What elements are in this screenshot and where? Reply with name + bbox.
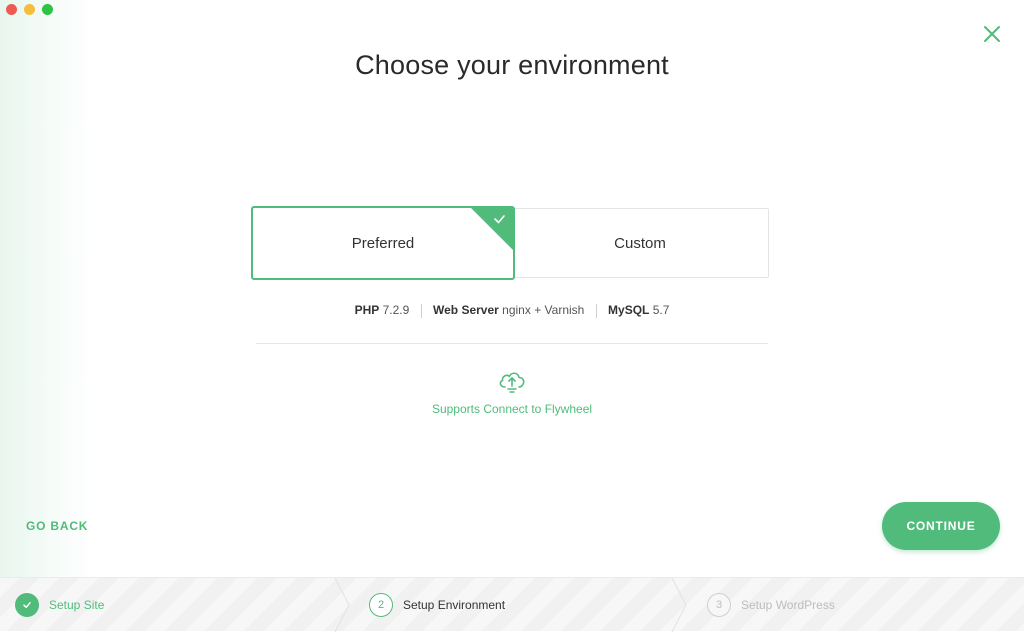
step-setup-site[interactable]: Setup Site	[15, 578, 104, 632]
continue-button[interactable]: CONTINUE	[882, 502, 1000, 550]
go-back-button[interactable]: GO BACK	[26, 519, 88, 533]
step-separator-chevron-icon	[334, 578, 350, 632]
web-server-label: Web Server	[433, 303, 499, 317]
mysql-version: 5.7	[652, 303, 670, 317]
section-divider	[256, 343, 768, 344]
step-number: 3	[707, 593, 731, 617]
close-button[interactable]	[982, 24, 1002, 44]
spec-divider	[420, 303, 422, 318]
window-zoom-button[interactable]	[42, 4, 53, 15]
php-version: 7.2.9	[382, 303, 410, 317]
step-setup-wordpress[interactable]: 3 Setup WordPress	[707, 578, 835, 632]
page-title: Choose your environment	[355, 50, 669, 80]
cloud-upload-icon	[499, 372, 525, 393]
window-controls	[6, 4, 53, 15]
step-setup-environment[interactable]: 2 Setup Environment	[369, 578, 505, 632]
php-label: PHP	[354, 303, 380, 317]
setup-steps-footer: Setup Site 2 Setup Environment 3 Setup W…	[0, 577, 1024, 632]
custom-option-label: Custom	[614, 234, 666, 252]
step-label: Setup Environment	[403, 598, 506, 612]
step-complete-circle	[15, 593, 39, 617]
window-close-button[interactable]	[6, 4, 17, 15]
left-gradient-panel	[0, 0, 95, 577]
custom-option[interactable]: Custom	[511, 208, 769, 278]
window-minimize-button[interactable]	[24, 4, 35, 15]
step-label: Setup Site	[49, 598, 105, 612]
checkmark-icon	[23, 602, 31, 609]
preferred-option[interactable]: Preferred	[251, 206, 515, 280]
step-separator-chevron-icon	[671, 578, 687, 632]
close-icon	[984, 26, 1000, 42]
web-server-value: nginx + Varnish	[502, 303, 585, 317]
preferred-option-label: Preferred	[351, 234, 415, 252]
selected-check-icon	[471, 208, 513, 250]
environment-specs: PHP 7.2.9 Web Server nginx + Varnish MyS…	[0, 303, 1024, 318]
mysql-label: MySQL	[608, 303, 650, 317]
environment-options: Custom Preferred	[251, 206, 769, 280]
step-label: Setup WordPress	[741, 598, 835, 612]
step-number: 2	[369, 593, 393, 617]
spec-divider	[595, 303, 597, 318]
flywheel-support-text: Supports Connect to Flywheel	[431, 402, 593, 416]
